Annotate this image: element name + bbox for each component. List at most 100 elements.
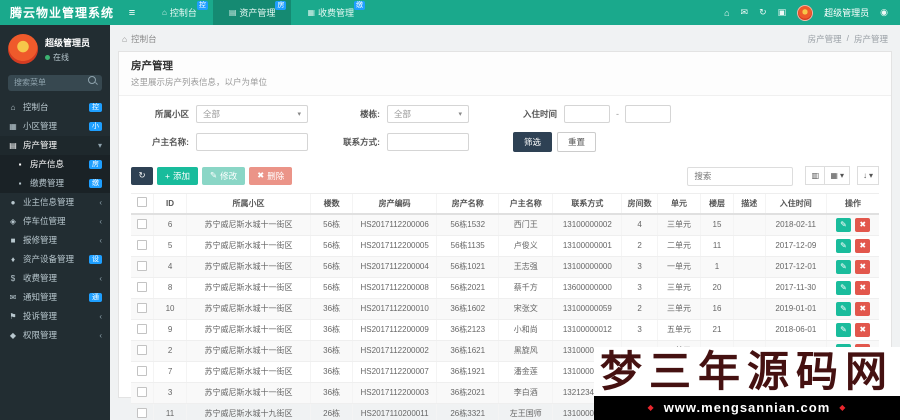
sidebar-item[interactable]: ✉ 通知管理 通 xyxy=(0,288,110,307)
filter-reset-button[interactable]: 重置 xyxy=(557,132,597,152)
sidebar-item[interactable]: ◆ 权限管理 ‹ xyxy=(0,326,110,345)
checkin-date-end-input[interactable] xyxy=(625,105,671,123)
filter-submit-button[interactable]: 筛选 xyxy=(513,132,553,152)
cell-rooms: 3 xyxy=(621,256,658,278)
navbar-action-icon[interactable]: ✉ xyxy=(741,7,749,18)
row-checkbox[interactable] xyxy=(137,260,148,271)
sidebar-item[interactable]: ▦ 小区管理 小 xyxy=(0,117,110,136)
navbar-action-icon[interactable]: ⌂ xyxy=(724,8,729,18)
column-header[interactable]: 操作 xyxy=(826,192,879,215)
sidebar-item-icon: ● xyxy=(10,197,16,207)
delete-row-button[interactable]: ✖ xyxy=(855,280,871,295)
row-checkbox[interactable] xyxy=(137,365,148,376)
column-header[interactable]: 房产编码 xyxy=(351,192,437,215)
row-checkbox[interactable] xyxy=(137,407,148,418)
row-checkbox[interactable] xyxy=(137,218,148,229)
navbar-username[interactable]: 超级管理员 xyxy=(824,6,869,19)
column-header[interactable]: 描述 xyxy=(732,192,765,215)
edit-row-button[interactable]: ✎ xyxy=(835,301,851,316)
row-checkbox[interactable] xyxy=(137,302,148,313)
edit-row-button[interactable]: ✎ xyxy=(835,238,851,253)
sidebar-item[interactable]: ⌂ 控制台 控 xyxy=(0,98,110,117)
refresh-button[interactable]: ↻ xyxy=(131,166,153,185)
edit-row-button[interactable]: ✎ xyxy=(835,259,851,274)
cell-community: 苏宁威尼斯水城十一街区 xyxy=(185,213,311,236)
edit-row-button[interactable]: ✎ xyxy=(835,322,851,337)
sidebar-item[interactable]: $ 收费管理 ‹ xyxy=(0,269,110,288)
toggle-view-button[interactable]: ▥ xyxy=(805,166,826,186)
column-header[interactable]: 户主名称 xyxy=(498,192,553,215)
delete-row-button[interactable]: ✖ xyxy=(855,259,871,274)
building-select[interactable]: 全部 ▾ xyxy=(387,105,469,123)
pencil-icon: ✎ xyxy=(840,283,847,292)
menu-badge: 缴 xyxy=(354,1,366,10)
delete-row-button[interactable]: ✖ xyxy=(855,301,871,316)
export-button[interactable]: ↓ ▾ xyxy=(856,166,879,186)
cell-actions: ✎ ✖ xyxy=(826,235,879,257)
breadcrumb-parent[interactable]: 房产管理 xyxy=(808,33,842,45)
top-menu-item[interactable]: 缴 ▦ 收费管理 xyxy=(291,0,370,25)
column-header[interactable]: 房间数 xyxy=(621,192,658,215)
edit-row-button[interactable]: ✎ xyxy=(835,280,851,295)
column-header[interactable]: 所属小区 xyxy=(185,192,311,215)
table-search-input[interactable] xyxy=(687,166,794,186)
column-header[interactable]: 楼层 xyxy=(700,192,734,215)
community-select[interactable]: 全部 ▾ xyxy=(196,105,308,123)
delete-row-button[interactable]: ✖ xyxy=(855,322,871,337)
row-checkbox[interactable] xyxy=(137,323,148,334)
column-header[interactable]: 楼数 xyxy=(310,192,353,215)
plus-icon: + xyxy=(165,170,170,181)
sidebar-item[interactable]: ◈ 停车位管理 ‹ xyxy=(0,212,110,231)
column-header[interactable]: ID xyxy=(153,192,187,215)
cell-code: HS2017112200005 xyxy=(351,235,437,257)
sidebar-item[interactable]: ● 业主信息管理 ‹ xyxy=(0,193,110,212)
sidebar-item-label: 投诉管理 xyxy=(23,311,58,321)
cell-actions: ✎ ✖ xyxy=(826,319,879,341)
sidebar-item[interactable]: ▪ 房产信息 房 xyxy=(0,154,110,174)
menu-item-label: 资产管理 xyxy=(239,8,276,18)
breadcrumb-item[interactable]: 控制台 xyxy=(131,33,157,45)
row-checkbox[interactable] xyxy=(137,281,148,292)
chevron-icon: ‹ xyxy=(99,273,102,283)
top-menu-item[interactable]: 控 ⌂ 控制台 xyxy=(146,0,213,25)
delete-row-button[interactable]: ✖ xyxy=(855,217,871,232)
sidebar-item[interactable]: ⚑ 投诉管理 ‹ xyxy=(0,307,110,326)
sidebar-toggle-icon[interactable]: ≡ xyxy=(118,7,146,19)
column-header[interactable]: 入住时间 xyxy=(764,192,827,215)
top-menu-item[interactable]: 房 ▤ 资产管理 xyxy=(212,0,292,25)
edit-row-button[interactable]: ✎ xyxy=(835,217,851,232)
sidebar-item[interactable]: ▤ 房产管理 ▾ xyxy=(0,135,110,155)
row-checkbox[interactable] xyxy=(137,344,148,355)
delete-row-button[interactable]: ✖ xyxy=(855,238,871,253)
column-header[interactable]: 联系方式 xyxy=(552,192,622,215)
cell-rooms: 2 xyxy=(621,298,658,320)
column-header[interactable]: 单元 xyxy=(657,192,701,215)
columns-button[interactable]: ▦ ▾ xyxy=(825,166,850,186)
row-checkbox[interactable] xyxy=(137,239,148,250)
navbar-action-icon[interactable]: ↻ xyxy=(759,7,767,18)
cell-name: 56栋1135 xyxy=(436,235,499,257)
add-button[interactable]: + 添加 xyxy=(157,166,198,185)
chevron-icon: ‹ xyxy=(99,216,102,226)
power-icon[interactable]: ◉ xyxy=(880,7,888,18)
owner-name-input[interactable] xyxy=(196,133,308,151)
diamond-icon: ◆ xyxy=(647,403,655,412)
column-header[interactable]: 房产名称 xyxy=(436,192,499,215)
sidebar-item[interactable]: ♦ 资产设备管理 设 xyxy=(0,250,110,269)
sidebar-item[interactable]: ■ 报修管理 ‹ xyxy=(0,231,110,250)
avatar[interactable] xyxy=(797,4,814,21)
cell-building: 56栋 xyxy=(310,235,353,257)
cell-name: 56栋1532 xyxy=(436,213,499,236)
delete-button[interactable]: ✖ 删除 xyxy=(249,166,293,185)
select-all-checkbox[interactable] xyxy=(137,197,148,207)
cell-date: 2017-11-30 xyxy=(764,277,827,299)
chevron-down-icon: ▾ xyxy=(868,171,873,181)
sidebar-item[interactable]: ▪ 缴费管理 缴 xyxy=(0,173,110,193)
phone-input[interactable] xyxy=(387,133,469,151)
sidebar-item-icon: ▪ xyxy=(18,178,22,188)
checkin-date-start-input[interactable] xyxy=(564,105,610,123)
navbar-action-icon[interactable]: ▣ xyxy=(778,7,787,18)
row-checkbox[interactable] xyxy=(137,386,148,397)
edit-button[interactable]: ✎ 修改 xyxy=(201,166,246,185)
trash-icon: ✖ xyxy=(859,241,867,250)
